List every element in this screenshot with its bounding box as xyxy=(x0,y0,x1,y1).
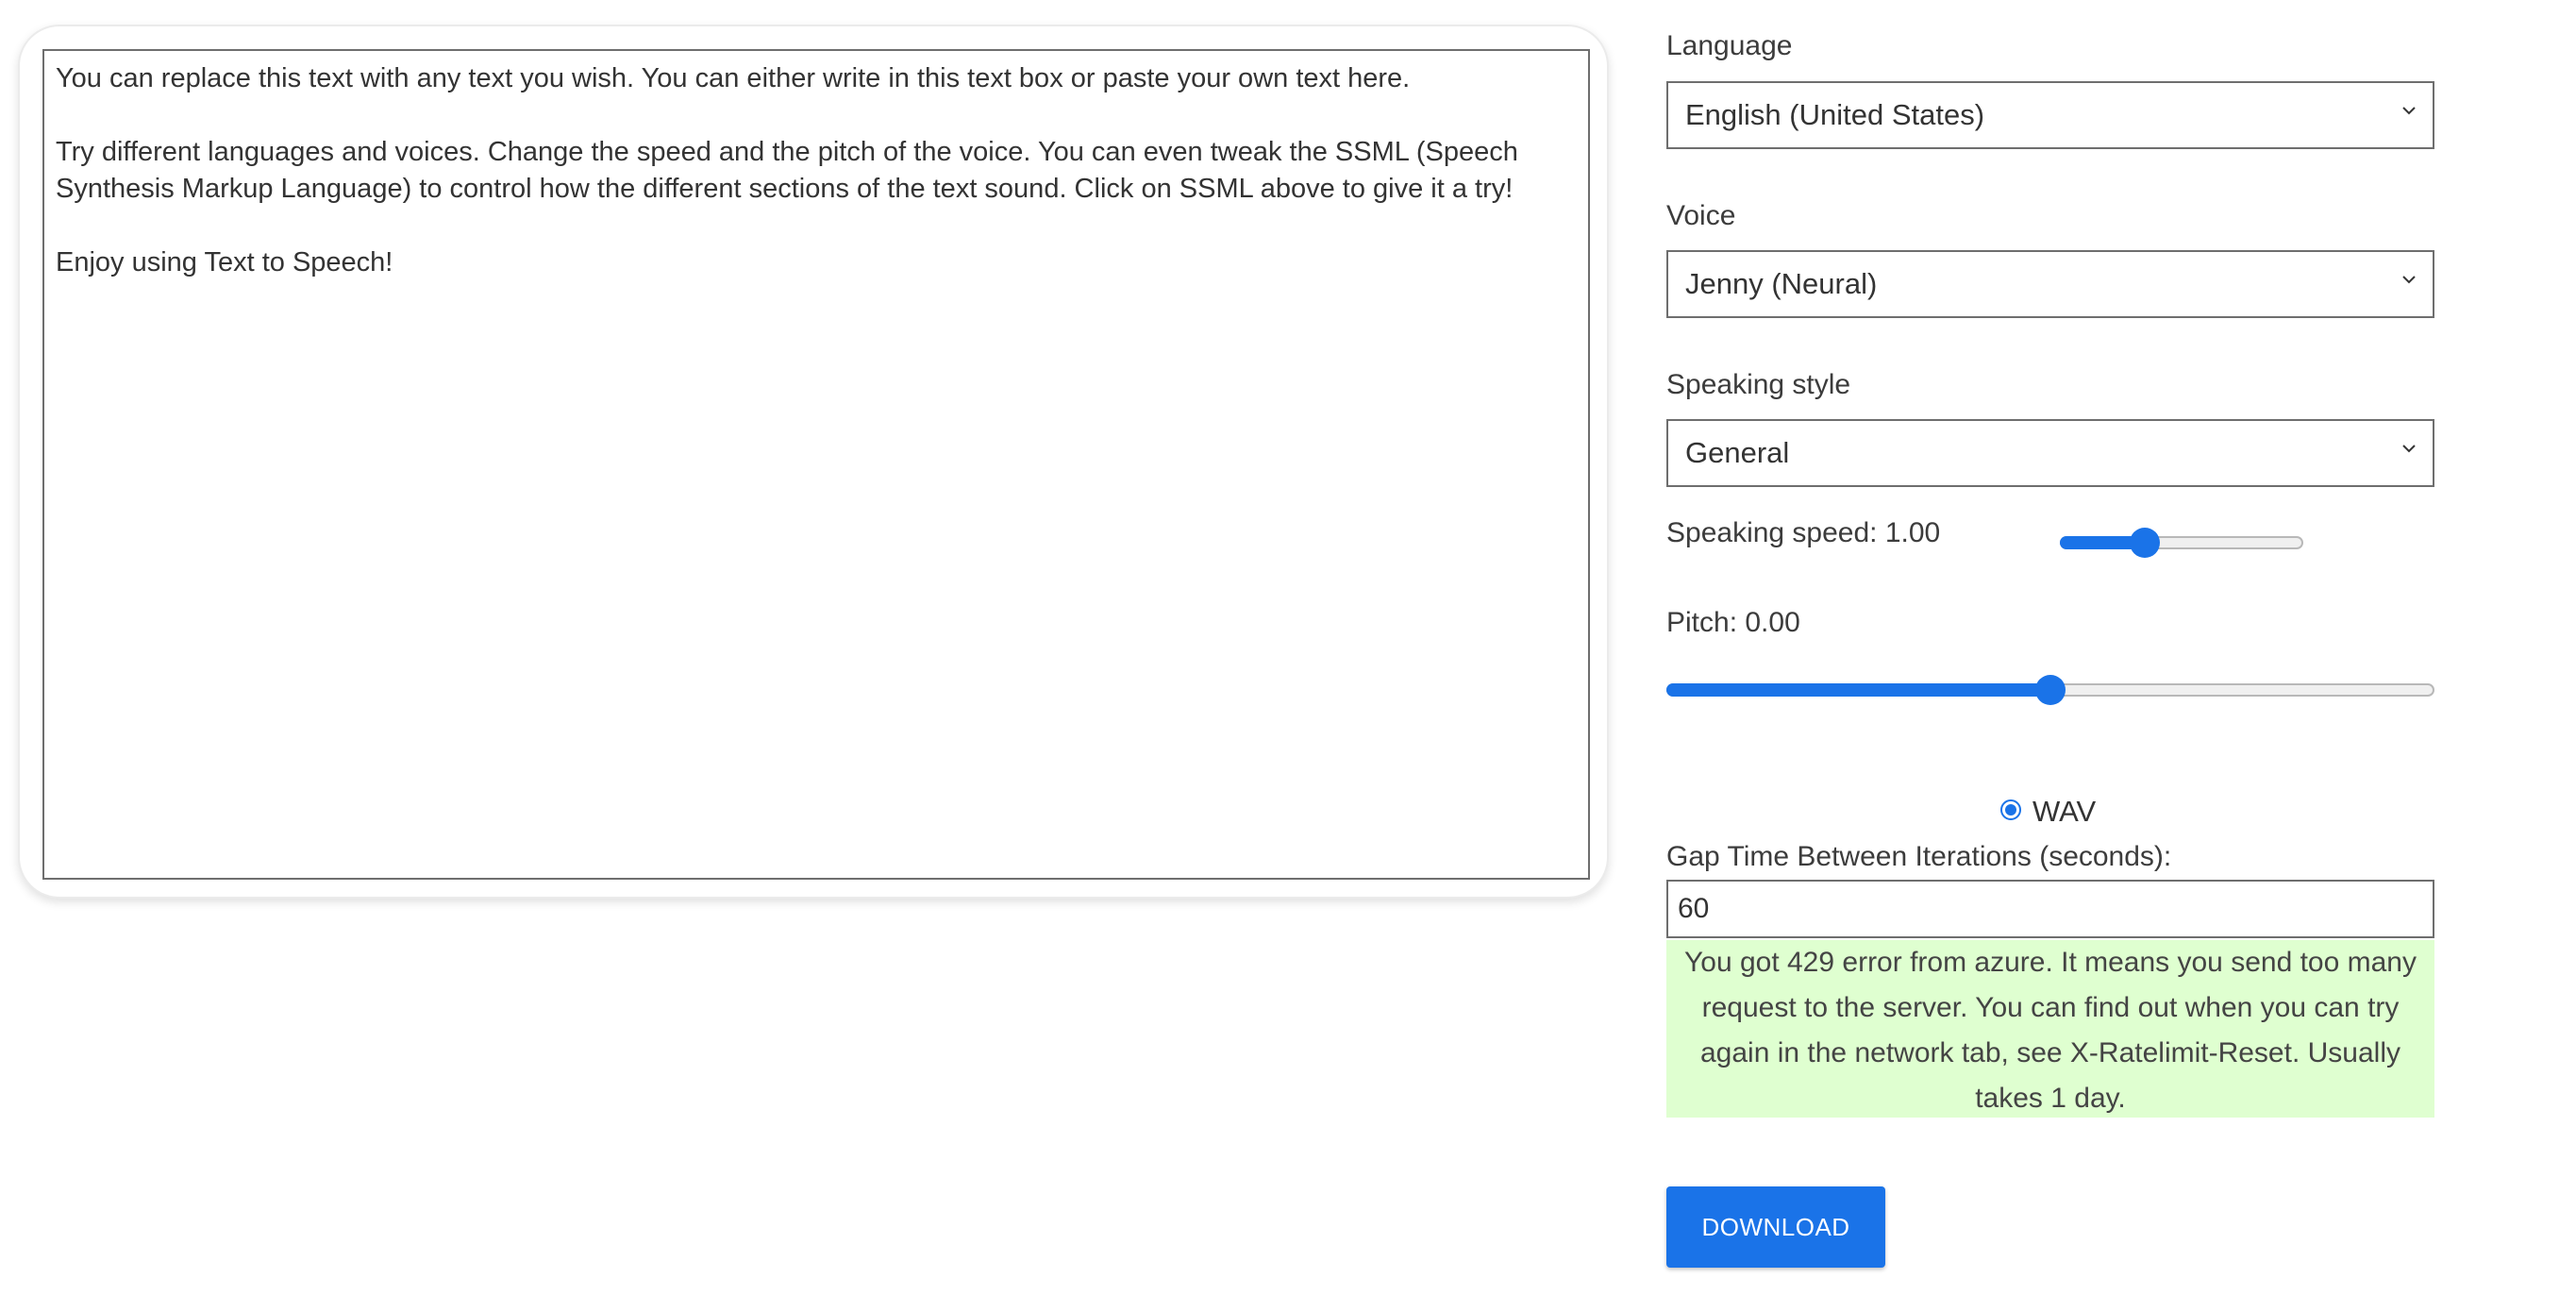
radio-selected-icon[interactable] xyxy=(2000,799,2021,820)
settings-panel: Language English (United States) Voice J… xyxy=(1666,0,2436,1295)
chevron-down-icon xyxy=(2402,445,2416,453)
pitch-slider[interactable] xyxy=(1666,674,2434,706)
wav-format-label: WAV xyxy=(2032,795,2097,828)
language-select[interactable]: English (United States) xyxy=(1666,81,2434,149)
voice-select-value: Jenny (Neural) xyxy=(1685,267,1878,300)
speaking-style-select-value: General xyxy=(1685,436,1790,469)
text-input[interactable]: You can replace this text with any text … xyxy=(42,49,1590,880)
gap-time-label: Gap Time Between Iterations (seconds): xyxy=(1666,841,2172,872)
rate-limit-alert: You got 429 error from azure. It means y… xyxy=(1666,940,2434,1118)
slider-thumb[interactable] xyxy=(2130,528,2160,558)
voice-select[interactable]: Jenny (Neural) xyxy=(1666,250,2434,318)
chevron-down-icon xyxy=(2402,276,2416,284)
speaking-style-label: Speaking style xyxy=(1666,369,1851,400)
chevron-down-icon xyxy=(2402,107,2416,115)
language-select-value: English (United States) xyxy=(1685,98,1985,131)
gap-time-input[interactable] xyxy=(1666,880,2434,938)
speaking-speed-label: Speaking speed: 1.00 xyxy=(1666,517,1941,548)
text-card: You can replace this text with any text … xyxy=(18,25,1609,899)
voice-label: Voice xyxy=(1666,200,1736,231)
download-button[interactable]: DOWNLOAD xyxy=(1666,1186,1885,1268)
speaking-style-select[interactable]: General xyxy=(1666,419,2434,487)
slider-fill xyxy=(1666,683,2050,697)
speaking-speed-slider[interactable] xyxy=(2060,527,2303,559)
pitch-label: Pitch: 0.00 xyxy=(1666,607,1800,638)
language-label: Language xyxy=(1666,30,1793,61)
slider-thumb[interactable] xyxy=(2035,675,2066,705)
